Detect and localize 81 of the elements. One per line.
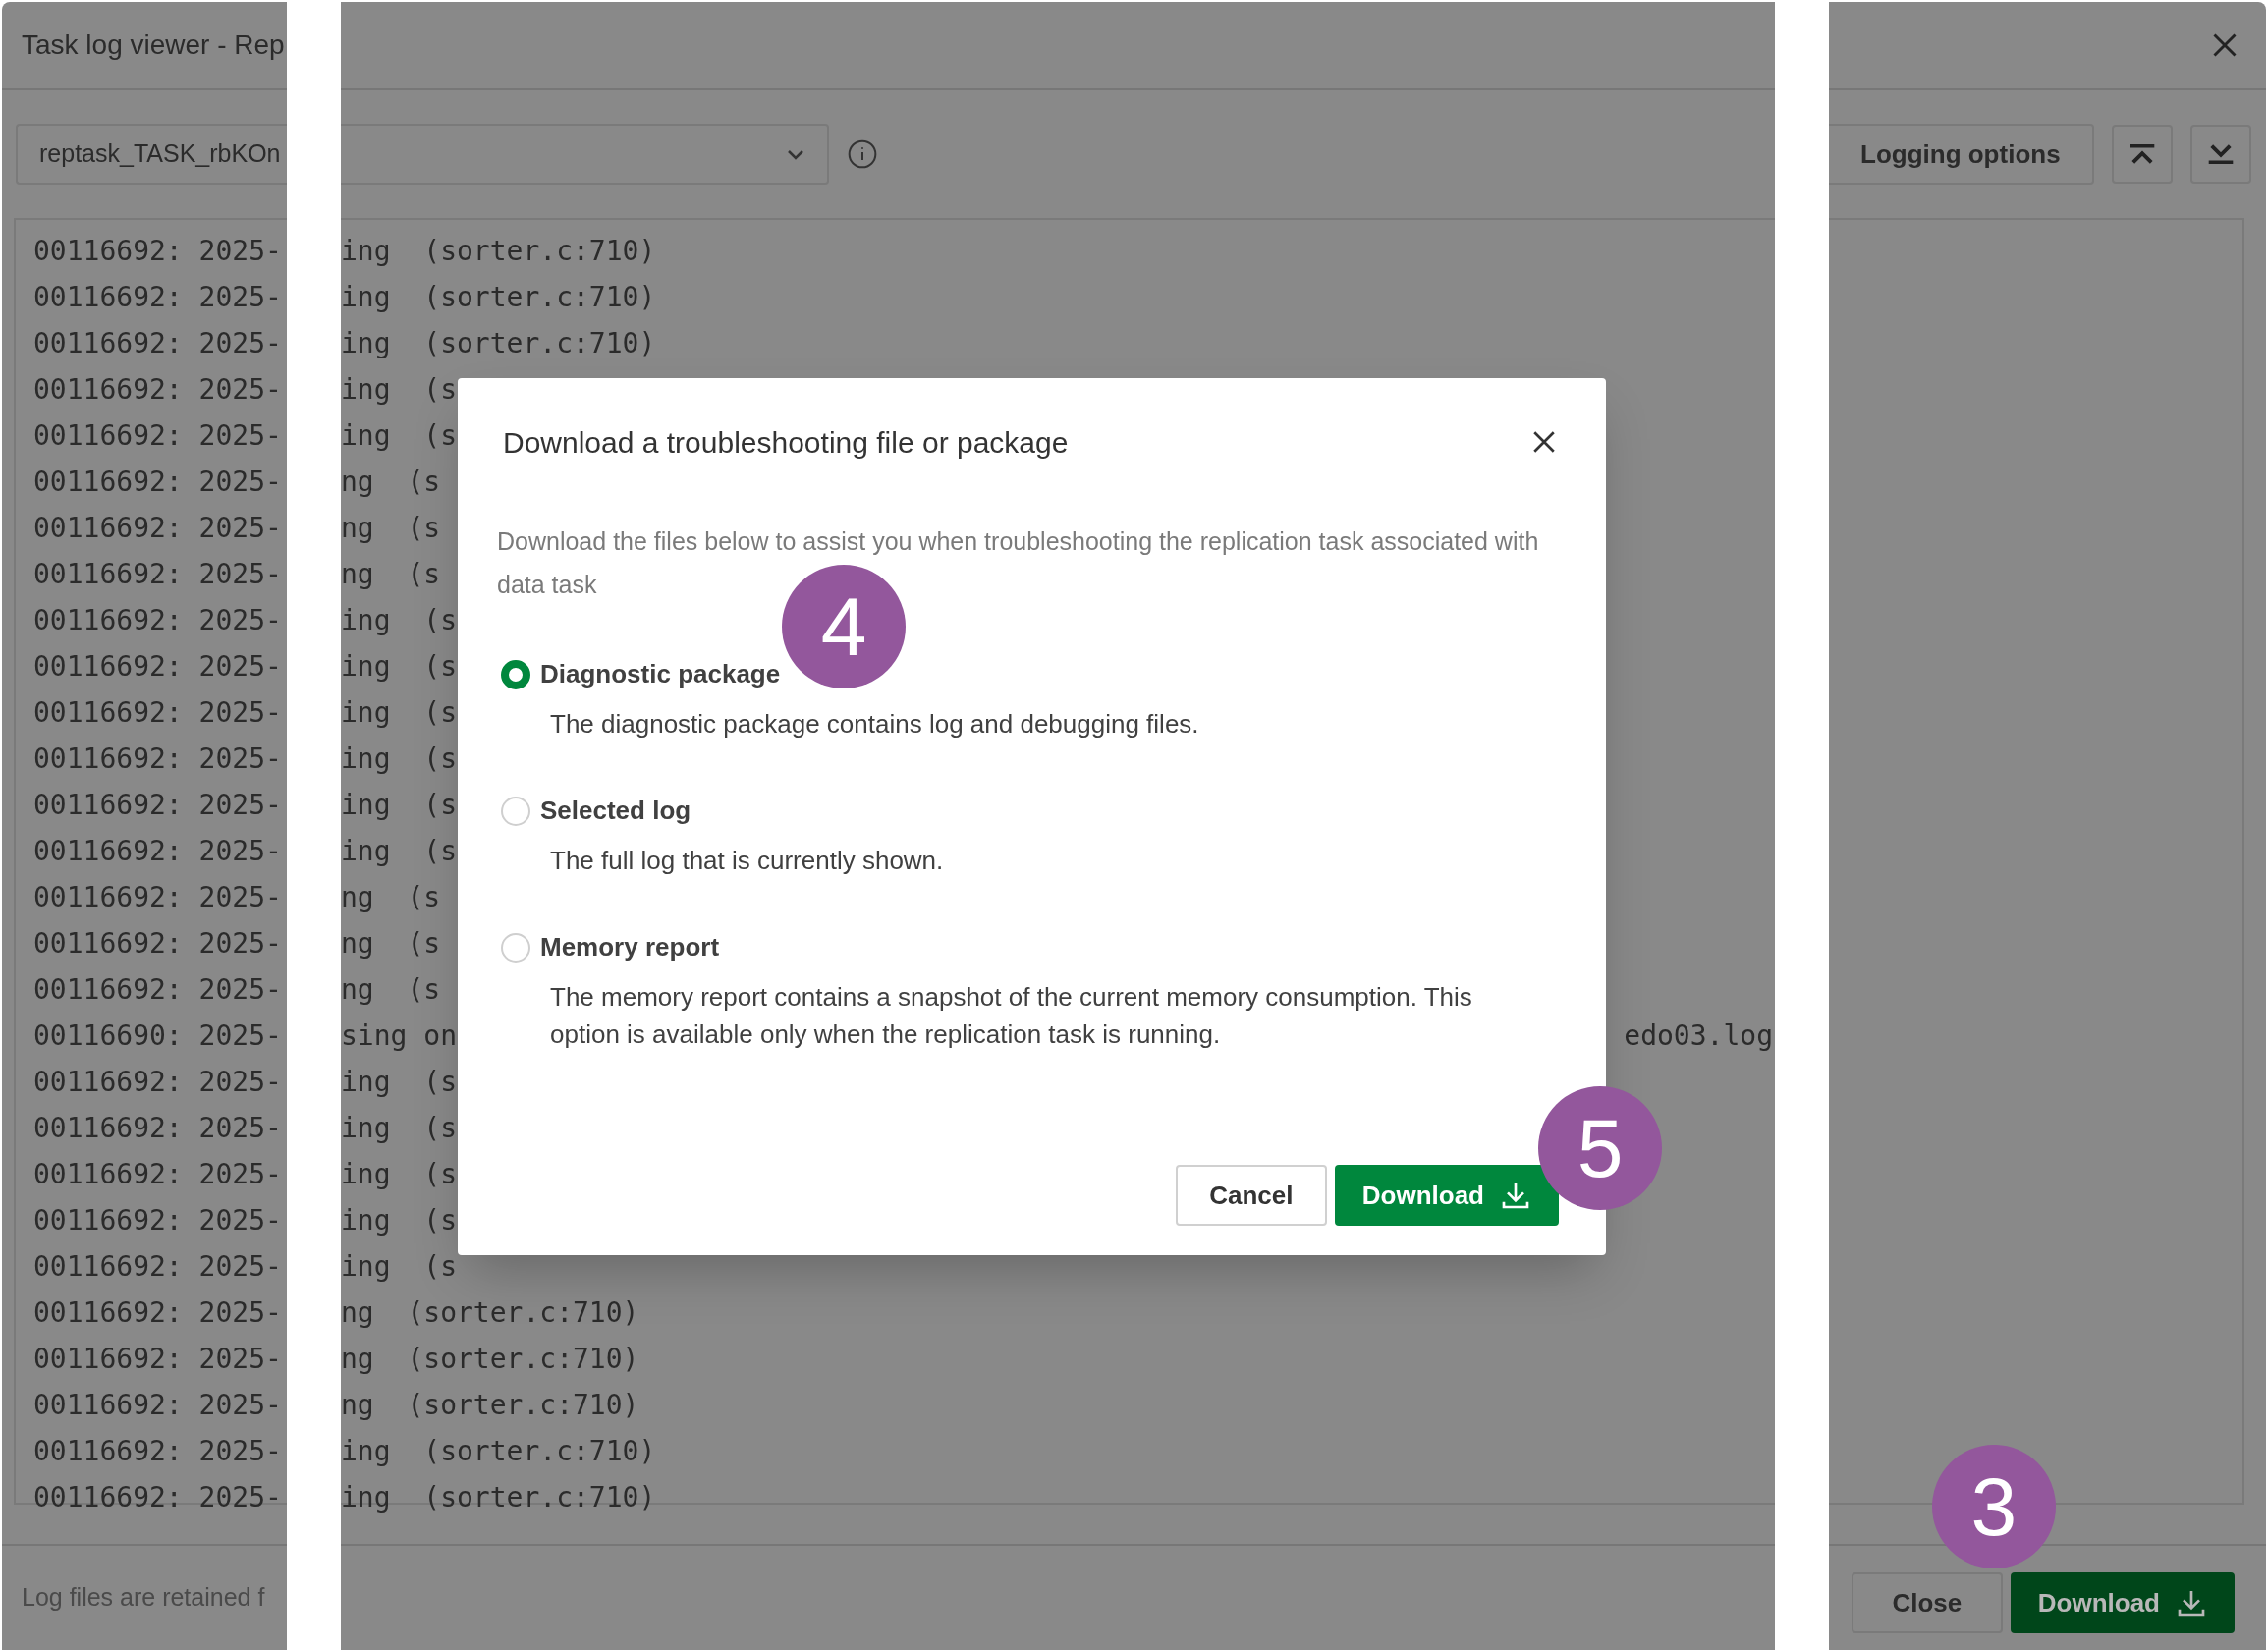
log-line-text: ing (sorter.c:710): [341, 233, 656, 269]
log-line-text: 00116692: 2025-: [33, 602, 282, 638]
log-line-text: 00116692: 2025-: [33, 371, 282, 408]
log-line-text: 00116692: 2025-: [33, 279, 282, 315]
log-line-text: ing (s: [341, 694, 457, 731]
log-line-text: ing (s: [341, 1156, 457, 1192]
log-line-text: ing (s: [341, 648, 457, 685]
log-line-text: 00116692: 2025-: [33, 233, 282, 269]
log-line-text: 00116692: 2025-: [33, 879, 282, 915]
log-line-text: ing (s: [341, 1110, 457, 1146]
cancel-button[interactable]: Cancel: [1175, 1165, 1327, 1226]
arrow-to-bottom-icon: [2206, 144, 2235, 164]
log-line-text: 00116692: 2025-: [33, 694, 282, 731]
log-line-text: 00116690: 2025-: [33, 1018, 282, 1054]
log-line-text: sing on: [341, 1018, 457, 1054]
log-line-text: 00116692: 2025-: [33, 1341, 282, 1377]
log-line-text: 00116692: 2025-: [33, 1294, 282, 1331]
radio-button[interactable]: [501, 659, 530, 689]
download-button[interactable]: Download: [2010, 1572, 2235, 1633]
retention-note: Log files are retained f: [22, 1582, 265, 1614]
log-select-field[interactable]: reptask_TASK_rbKOn: [16, 124, 287, 185]
option-label[interactable]: Diagnostic package: [540, 655, 781, 693]
step-number-badge: 3: [1931, 1445, 2056, 1568]
close-icon[interactable]: [1531, 429, 1557, 455]
close-button[interactable]: Close: [1851, 1572, 2003, 1633]
scroll-to-bottom-button[interactable]: [2189, 125, 2251, 184]
log-line-text: edo03.log: [1624, 1018, 1774, 1054]
option-label[interactable]: Memory report: [540, 928, 720, 966]
log-line-text: ing (sorter.c:710): [341, 1433, 656, 1469]
log-line-text: 00116692: 2025-: [33, 1202, 282, 1238]
log-line-text: ing (s: [341, 1248, 457, 1285]
log-line-text: ing (s: [341, 417, 457, 454]
log-line-text: ng (sorter.c:710): [341, 1387, 639, 1423]
log-line-text: 00116692: 2025-: [33, 1064, 282, 1100]
log-line-text: ing (sorter.c:710): [341, 325, 656, 361]
log-line-text: ng (s: [341, 925, 441, 962]
log-line-text: ing (s: [341, 833, 457, 869]
log-line-text: ing (s: [341, 787, 457, 823]
log-line-text: ing (s: [341, 1202, 457, 1238]
log-line-text: ing (s: [341, 602, 457, 638]
log-line-text: ng (s: [341, 879, 441, 915]
log-line-text: ng (s: [341, 556, 441, 592]
arrow-to-top-icon: [2128, 144, 2156, 164]
log-line-text: 00116692: 2025-: [33, 510, 282, 546]
download-button[interactable]: Download: [1334, 1165, 1559, 1226]
logging-options-button[interactable]: Logging options: [1829, 124, 2094, 185]
log-line-text: 00116692: 2025-: [33, 1248, 282, 1285]
log-line-text: ng (sorter.c:710): [341, 1341, 639, 1377]
option-description: The diagnostic package contains log and debugging files.: [549, 708, 1200, 741]
log-line-text: 00116692: 2025-: [33, 648, 282, 685]
log-line-text: ng (s: [341, 971, 441, 1008]
option-description: The full log that is currently shown.: [549, 845, 945, 877]
log-line-text: 00116692: 2025-: [33, 925, 282, 962]
log-line-text: ing (s: [341, 741, 457, 777]
option-label[interactable]: Selected log: [540, 792, 691, 830]
log-line-text: 00116692: 2025-: [33, 1479, 282, 1515]
log-line-text: 00116692: 2025-: [33, 1433, 282, 1469]
log-line-text: ing (sorter.c:710): [341, 1479, 656, 1515]
log-line-text: 00116692: 2025-: [33, 464, 282, 500]
log-line-text: 00116692: 2025-: [33, 971, 282, 1008]
scroll-to-top-button[interactable]: [2111, 125, 2173, 184]
log-line-text: ing (s: [341, 371, 457, 408]
log-line-text: ing (s: [341, 1064, 457, 1100]
log-line-text: 00116692: 2025-: [33, 741, 282, 777]
step-number-badge: 4: [782, 565, 906, 688]
log-line-text: 00116692: 2025-: [33, 556, 282, 592]
window-title: Task log viewer - Rep: [22, 28, 285, 62]
log-line-text: ing (sorter.c:710): [341, 279, 656, 315]
log-line-text: 00116692: 2025-: [33, 1156, 282, 1192]
log-line-text: ng (s: [341, 464, 441, 500]
log-line-text: 00116692: 2025-: [33, 417, 282, 454]
info-icon[interactable]: [847, 138, 878, 170]
log-line-text: 00116692: 2025-: [33, 325, 282, 361]
log-line-text: ng (sorter.c:710): [341, 1294, 639, 1331]
log-line-text: 00116692: 2025-: [33, 1110, 282, 1146]
option-description: The memory report contains a snapshot of the current memory consumption. This option is available only when the replication task is running.: [549, 981, 1473, 1051]
dialog-title: Download a troubleshooting file or package: [503, 424, 1069, 461]
log-line-text: 00116692: 2025-: [33, 787, 282, 823]
log-line-text: 00116692: 2025-: [33, 1387, 282, 1423]
log-line-text: ng (s: [341, 510, 441, 546]
log-line-text: 00116692: 2025-: [33, 833, 282, 869]
